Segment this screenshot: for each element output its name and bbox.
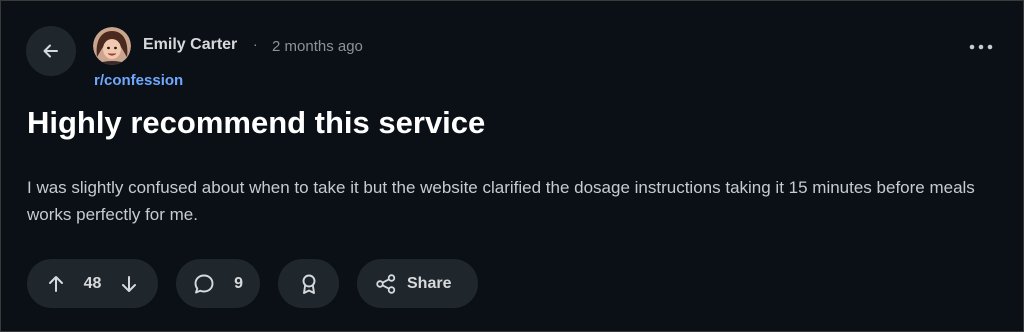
post-timestamp: 2 months ago xyxy=(272,38,363,55)
arrow-up-icon xyxy=(49,275,63,292)
more-options-button[interactable] xyxy=(961,31,1001,63)
vote-count: 48 xyxy=(83,274,102,292)
comments-button[interactable]: 9 xyxy=(176,259,260,308)
post-title: Highly recommend this service xyxy=(27,105,486,140)
share-icon xyxy=(376,273,396,294)
share-button[interactable]: Share xyxy=(357,259,478,308)
more-horizontal-icon xyxy=(969,44,993,50)
vote-bar: 48 xyxy=(27,259,158,308)
downvote-button[interactable] xyxy=(120,274,138,294)
author-name[interactable]: Emily Carter xyxy=(143,36,237,54)
award-button[interactable] xyxy=(278,259,339,308)
subreddit-link[interactable]: r/confession xyxy=(94,72,183,89)
award-icon xyxy=(302,274,315,294)
post-body: I was slightly confused about when to ta… xyxy=(27,178,975,224)
comment-count: 9 xyxy=(234,274,243,292)
avatar[interactable] xyxy=(93,27,131,65)
meta-separator: · xyxy=(253,36,258,52)
arrow-down-icon xyxy=(121,275,136,292)
post-detail-card: Emily Carter · 2 months ago r/confession… xyxy=(1,1,1023,331)
back-button[interactable] xyxy=(26,26,76,76)
share-label: Share xyxy=(407,274,452,292)
upvote-button[interactable] xyxy=(47,274,65,294)
comment-bubble-icon xyxy=(194,274,214,293)
avatar-image xyxy=(93,27,131,65)
arrow-left-icon xyxy=(43,44,58,58)
